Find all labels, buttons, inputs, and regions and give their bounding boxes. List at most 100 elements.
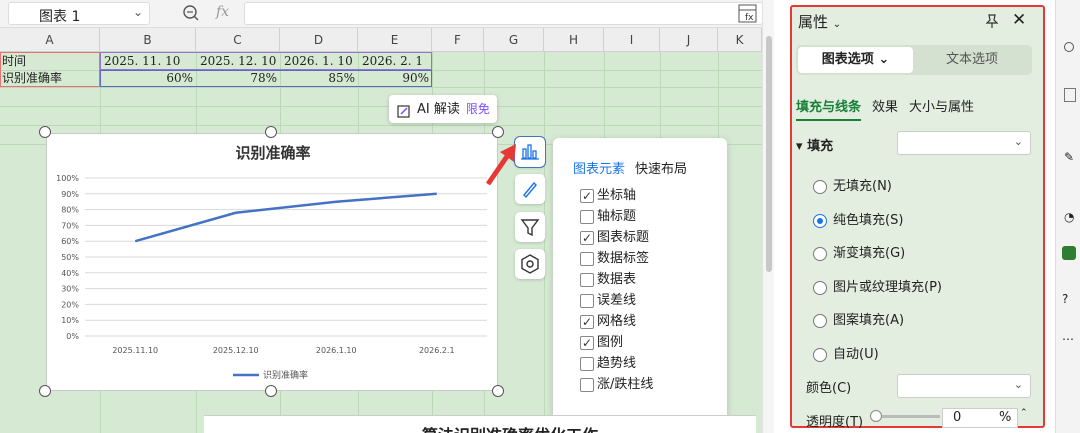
resize-handle[interactable] xyxy=(265,126,277,138)
radio-button[interactable] xyxy=(813,314,827,328)
radio-selected[interactable] xyxy=(813,213,827,228)
resize-handle[interactable] xyxy=(265,385,277,397)
y-tick-label: 40% xyxy=(61,269,79,278)
resize-handle[interactable] xyxy=(492,385,504,397)
checkbox[interactable] xyxy=(580,252,594,266)
fill-section-header[interactable]: ▾ 填充 xyxy=(796,135,833,154)
cell-b2[interactable]: 60% xyxy=(100,69,196,87)
fx-label: fx xyxy=(216,4,230,20)
cell-c2[interactable]: 78% xyxy=(196,69,280,87)
col-header-h[interactable]: H xyxy=(544,28,604,52)
col-header-k[interactable]: K xyxy=(718,28,762,52)
checked-checkbox[interactable]: ✓ xyxy=(580,231,594,245)
col-header-c[interactable]: C xyxy=(196,28,280,52)
checkbox[interactable] xyxy=(580,378,594,392)
transparency-input[interactable]: 0 % xyxy=(942,408,1018,428)
checkbox[interactable] xyxy=(580,357,594,371)
cell-a2[interactable]: 识别准确率 xyxy=(2,69,62,87)
option-label: 图例 xyxy=(597,335,624,350)
resize-handle[interactable] xyxy=(39,126,51,138)
name-box[interactable]: 图表 1 ⌄ xyxy=(8,2,150,25)
color-dropdown[interactable]: ⌄ xyxy=(897,374,1031,398)
cell-d2[interactable]: 85% xyxy=(280,69,358,87)
checkbox[interactable] xyxy=(580,210,594,224)
chevron-down-icon: ⌄ xyxy=(1013,378,1023,391)
chart-canvas: 识别准确率 0% 10% 20% 30% 40% 50% 60% 70% 80% 90% 100% 20… xyxy=(56,144,487,381)
y-tick-label: 10% xyxy=(61,316,79,325)
more-icon[interactable]: ⋯ xyxy=(1062,332,1074,346)
col-header-f[interactable]: F xyxy=(432,28,484,52)
help-icon[interactable]: ? xyxy=(1062,292,1068,306)
radio-button[interactable] xyxy=(813,247,827,261)
option-label: 数据标签 xyxy=(597,251,650,266)
resize-handle[interactable] xyxy=(492,126,504,138)
spinner-up-icon[interactable]: ⌃ xyxy=(1020,408,1028,418)
radio-button[interactable] xyxy=(813,347,827,362)
col-header-a[interactable]: A xyxy=(0,28,100,52)
sidebar-pen-icon[interactable]: ✎ xyxy=(1064,150,1074,164)
col-header-b[interactable]: B xyxy=(100,28,196,52)
col-header-g[interactable]: G xyxy=(484,28,544,52)
x-tick-label: 2026.1.10 xyxy=(316,346,357,355)
legend-label: 识别准确率 xyxy=(263,369,308,381)
x-tick-label: 2025.11.10 xyxy=(112,346,158,355)
x-tick-label: 2025.12.10 xyxy=(213,346,259,355)
sidebar-green-icon[interactable] xyxy=(1062,246,1076,260)
option-label: 坐标轴 xyxy=(597,188,637,203)
chart-options-tab[interactable]: 图表选项 ⌄ xyxy=(798,47,913,73)
col-header-j[interactable]: J xyxy=(660,28,718,52)
pin-icon[interactable] xyxy=(984,13,1000,29)
checkbox[interactable] xyxy=(580,294,594,308)
chevron-down-icon[interactable]: ⌄ xyxy=(133,5,143,19)
chart-elements-button[interactable] xyxy=(514,136,546,168)
checkbox[interactable] xyxy=(580,273,594,287)
option-label: 图表标题 xyxy=(597,230,650,245)
line-chart[interactable]: 识别准确率 0% 10% 20% 30% 40% 50% 60% 70% 80% 90% 100% 20… xyxy=(46,133,498,391)
col-header-d[interactable]: D xyxy=(280,28,358,52)
checked-checkbox[interactable]: ✓ xyxy=(580,315,594,329)
chart-style-button[interactable] xyxy=(515,174,545,204)
chart-filter-button[interactable] xyxy=(515,212,545,242)
option-label: 轴标题 xyxy=(597,209,637,224)
slider-knob[interactable] xyxy=(870,410,882,422)
checked-checkbox[interactable]: ✓ xyxy=(580,189,594,203)
text-options-tab[interactable]: 文本选项 xyxy=(914,47,1030,73)
brush-icon xyxy=(523,181,537,199)
y-tick-label: 60% xyxy=(61,237,79,246)
transparency-slider[interactable] xyxy=(870,410,940,422)
close-icon[interactable]: ✕ xyxy=(1012,10,1026,30)
col-header-i[interactable]: I xyxy=(604,28,660,52)
col-header-e[interactable]: E xyxy=(358,28,432,52)
sidebar-properties-icon[interactable] xyxy=(1064,88,1076,102)
cell-e1[interactable]: 2026. 2. 1 xyxy=(362,52,423,70)
red-arrow-annotation xyxy=(484,140,518,194)
chart-settings-button[interactable] xyxy=(515,249,545,279)
radio-button[interactable] xyxy=(813,280,827,295)
grid-divider xyxy=(0,106,762,107)
sidebar-shape-icon[interactable]: ◔ xyxy=(1064,210,1074,224)
tab-fill-line[interactable]: 填充与线条 xyxy=(796,100,862,121)
radio-button[interactable] xyxy=(813,180,827,194)
cell-b1[interactable]: 2025. 11. 10 xyxy=(104,52,180,70)
transparency-label: 透明度(T) xyxy=(806,415,864,430)
fill-dropdown[interactable]: ⌄ xyxy=(897,131,1031,155)
vertical-scrollbar[interactable] xyxy=(762,0,774,433)
zoom-icon[interactable] xyxy=(182,4,200,22)
ai-interpret-button[interactable]: AI 解读 限免 xyxy=(389,95,497,123)
checked-checkbox[interactable]: ✓ xyxy=(580,336,594,350)
scroll-thumb[interactable] xyxy=(766,36,772,272)
cell-a1[interactable]: 时间 xyxy=(2,52,26,70)
panel-title[interactable]: 属性 ⌄ xyxy=(798,11,841,32)
tab-quick-layout[interactable]: 快速布局 xyxy=(635,162,687,177)
tab-effects[interactable]: 效果 xyxy=(872,100,898,115)
sidebar-circle-icon[interactable] xyxy=(1064,42,1074,52)
cell-e2[interactable]: 90% xyxy=(358,69,432,87)
formula-input[interactable] xyxy=(244,2,763,25)
expand-formula-icon[interactable]: fx xyxy=(738,4,758,24)
cell-d1[interactable]: 2026. 1. 10 xyxy=(284,52,353,70)
cell-c1[interactable]: 2025. 12. 10 xyxy=(200,52,276,70)
resize-handle[interactable] xyxy=(39,385,51,397)
tab-size-properties[interactable]: 大小与属性 xyxy=(909,100,974,115)
tab-chart-elements[interactable]: 图表元素 xyxy=(573,162,625,177)
option-label: 趋势线 xyxy=(597,356,637,371)
